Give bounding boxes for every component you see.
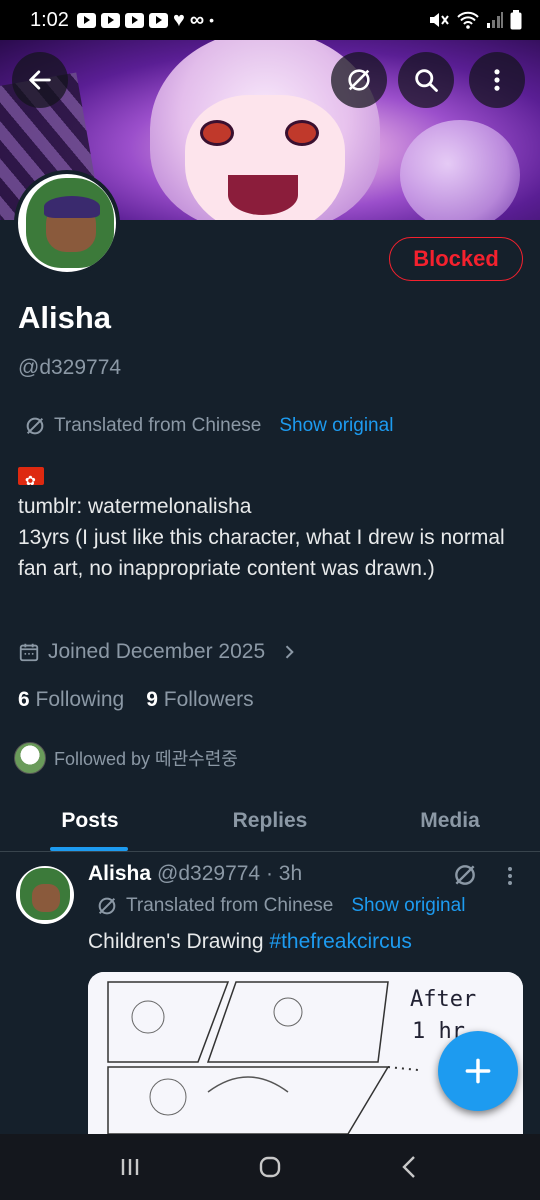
profile-handle: @d329774 — [18, 356, 122, 379]
profile-bio: tumblr: watermelonalisha 13yrs (I just l… — [18, 460, 518, 584]
followed-by-label: Followed by 떼관수련중 — [54, 749, 238, 769]
heart-icon: ♥ — [172, 8, 185, 31]
post-text: Children's Drawing #thefreakcircus — [88, 930, 412, 954]
status-bar: 1:02 ♥ ∞ • — [0, 0, 540, 40]
youtube-notification-icon — [100, 12, 120, 28]
tab-posts[interactable]: Posts — [0, 790, 180, 851]
translated-label: Translated from Chinese — [126, 895, 334, 916]
profile-tabs: Posts Replies Media — [0, 790, 540, 852]
chevron-right-icon — [285, 645, 294, 659]
dot-icon: • — [209, 12, 214, 28]
profile-avatar[interactable] — [14, 170, 120, 276]
profile-name: Alisha — [18, 300, 112, 335]
post-author-name[interactable]: Alisha — [88, 862, 151, 886]
more-vertical-icon[interactable] — [500, 864, 520, 888]
more-vertical-icon — [494, 69, 500, 91]
search-icon — [415, 69, 438, 92]
infinity-icon: ∞ — [189, 8, 205, 31]
post-hashtag[interactable]: #thefreakcircus — [269, 930, 411, 953]
following-label: Following — [35, 688, 125, 711]
calendar-icon — [19, 643, 39, 662]
following-link[interactable]: 6 Following — [18, 688, 124, 712]
banner-art-mouth — [228, 175, 298, 215]
tab-media[interactable]: Media — [360, 790, 540, 851]
joined-date[interactable]: Joined December 2025 — [18, 640, 299, 664]
show-original-link[interactable]: Show original — [279, 415, 393, 437]
signal-icon — [487, 12, 503, 28]
system-status-icons — [428, 10, 522, 30]
follow-counts: 6 Following 9 Followers — [18, 688, 254, 712]
battery-icon — [510, 10, 522, 30]
banner-art-bubble — [400, 120, 520, 220]
home-icon[interactable] — [256, 1153, 284, 1181]
bio-line: 13yrs (I just like this character, what … — [18, 526, 505, 580]
search-button[interactable] — [398, 52, 454, 108]
blocked-button[interactable]: Blocked — [389, 237, 523, 281]
youtube-notification-icon — [76, 12, 96, 28]
post-header: Alisha @d329774 · 3h — [88, 862, 302, 886]
back-arrow-icon — [29, 70, 51, 90]
android-nav-bar — [0, 1134, 540, 1200]
translated-label: Translated from Chinese — [54, 415, 262, 436]
followers-link[interactable]: 9 Followers — [146, 688, 253, 712]
translate-icon[interactable] — [452, 862, 478, 888]
joined-label: Joined December 2025 — [48, 640, 266, 663]
translate-icon — [98, 897, 116, 915]
notification-icons: ♥ ∞ • — [76, 8, 214, 32]
bio-translation-notice: Translated from Chinese Show original — [24, 415, 393, 437]
status-time: 1:02 — [30, 8, 69, 31]
comic-after-text: After — [410, 987, 476, 1012]
followers-label: Followers — [163, 688, 254, 711]
plus-icon — [465, 1058, 491, 1084]
show-original-link[interactable]: Show original — [351, 895, 465, 917]
youtube-notification-icon — [148, 12, 168, 28]
following-count: 6 — [18, 688, 30, 711]
mute-icon — [430, 13, 449, 27]
tab-replies[interactable]: Replies — [180, 790, 360, 851]
translate-button[interactable] — [331, 52, 387, 108]
nav-back-icon[interactable] — [396, 1153, 424, 1181]
post-translation-notice: Translated from Chinese Show original — [96, 895, 465, 917]
youtube-notification-icon — [124, 12, 144, 28]
banner-art-eye — [200, 120, 234, 146]
banner-art-eye — [285, 120, 319, 146]
followers-count: 9 — [146, 688, 158, 711]
post-body: Children's Drawing — [88, 930, 270, 953]
post-handle-time: @d329774 · 3h — [157, 862, 303, 885]
hong-kong-flag-icon — [18, 465, 44, 496]
follower-avatar — [14, 742, 46, 774]
bio-line: tumblr: watermelonalisha — [18, 495, 252, 518]
compose-post-button[interactable] — [438, 1031, 518, 1111]
more-options-button[interactable] — [469, 52, 525, 108]
followed-by[interactable]: Followed by 떼관수련중 — [14, 742, 238, 774]
translate-icon — [348, 69, 370, 91]
recents-icon[interactable] — [116, 1153, 144, 1181]
back-button[interactable] — [12, 52, 68, 108]
post-avatar[interactable] — [16, 866, 74, 924]
wifi-icon — [457, 11, 479, 29]
translate-icon — [26, 417, 44, 435]
